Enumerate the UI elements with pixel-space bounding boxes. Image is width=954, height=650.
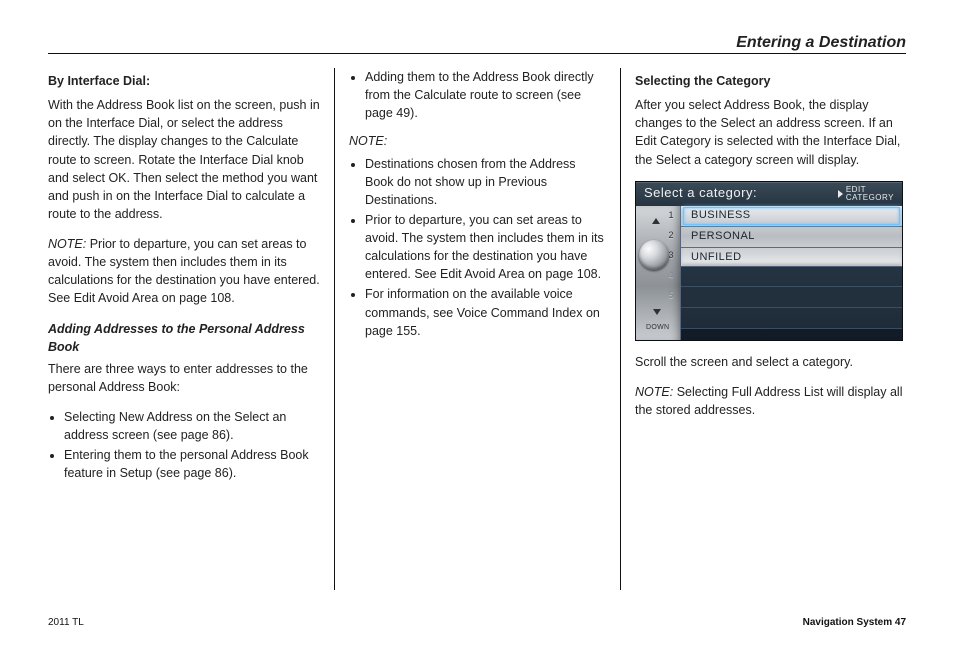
middle-bullets-top: Adding them to the Address Book directly…: [349, 68, 606, 122]
middle-note-bullets: Destinations chosen from the Address Boo…: [349, 155, 606, 340]
left-bullets: Selecting New Address on the Select an a…: [48, 408, 320, 483]
category-row-unfiled[interactable]: UNFILED: [681, 248, 902, 268]
columns: By Interface Dial: With the Address Book…: [48, 68, 906, 590]
column-right: Selecting the Category After you select …: [620, 68, 906, 590]
running-head: Entering a Destination: [736, 34, 906, 52]
table-row: [681, 287, 902, 308]
left-para-1: With the Address Book list on the screen…: [48, 96, 320, 223]
manual-page: Entering a Destination By Interface Dial…: [0, 0, 954, 650]
down-label: DOWN: [646, 324, 669, 331]
note-label: NOTE:: [349, 132, 606, 150]
dial-knob[interactable]: [639, 240, 669, 270]
right-para-after: Scroll the screen and select a category.: [635, 353, 906, 371]
category-row-personal[interactable]: PERSONAL: [681, 227, 902, 248]
chevron-up-icon: [652, 218, 660, 224]
device-title-bar: Select a category: EDIT CATEGORY: [636, 182, 902, 207]
category-row-business[interactable]: BUSINESS: [681, 206, 902, 227]
device-dial-panel: 1 2 3 4 5 DOWN: [636, 206, 681, 340]
column-middle: Adding them to the Address Book directly…: [334, 68, 620, 590]
note-label: NOTE:: [48, 237, 86, 251]
list-item: Entering them to the personal Address Bo…: [64, 446, 320, 482]
down-button[interactable]: DOWN: [646, 309, 668, 334]
header-rule: [48, 53, 906, 54]
list-item: Adding them to the Address Book directly…: [365, 68, 606, 122]
left-subhead: Adding Addresses to the Personal Address…: [48, 320, 320, 356]
device-body: 1 2 3 4 5 DOWN: [636, 206, 902, 340]
left-para-2: There are three ways to enter addresses …: [48, 360, 320, 396]
note-body: Prior to departure, you can set areas to…: [48, 237, 320, 305]
category-label: PERSONAL: [691, 229, 755, 245]
device-title: Select a category:: [644, 184, 757, 203]
device-screenshot: Select a category: EDIT CATEGORY: [635, 181, 903, 341]
footer-right: Navigation System 47: [803, 617, 906, 628]
edit-label-2: CATEGORY: [846, 194, 894, 202]
list-item: Selecting New Address on the Select an a…: [64, 408, 320, 444]
footer: 2011 TL Navigation System 47: [48, 617, 906, 628]
list-item: Destinations chosen from the Address Boo…: [365, 155, 606, 209]
table-row: [681, 308, 902, 329]
left-heading: By Interface Dial:: [48, 72, 320, 90]
footer-left: 2011 TL: [48, 617, 84, 628]
list-item: For information on the available voice c…: [365, 285, 606, 339]
note-body: Selecting Full Address List will display…: [635, 385, 902, 417]
category-label: UNFILED: [691, 250, 742, 266]
edit-category-button[interactable]: EDIT CATEGORY: [838, 186, 894, 202]
empty-rows: [681, 266, 902, 340]
play-icon: [838, 190, 843, 198]
column-left: By Interface Dial: With the Address Book…: [48, 68, 334, 590]
left-note: NOTE: Prior to departure, you can set ar…: [48, 235, 320, 308]
note-label: NOTE:: [635, 385, 673, 399]
category-label: BUSINESS: [691, 208, 751, 224]
right-para-intro: After you select Address Book, the displ…: [635, 96, 906, 169]
chevron-down-icon: [653, 309, 661, 315]
row-number: 5: [664, 286, 678, 306]
table-row: [681, 266, 902, 287]
right-heading: Selecting the Category: [635, 72, 906, 90]
row-number: 1: [664, 206, 678, 226]
device-list: BUSINESS PERSONAL UNFILED: [681, 206, 902, 340]
right-note: NOTE: Selecting Full Address List will d…: [635, 383, 906, 419]
list-item: Prior to departure, you can set areas to…: [365, 211, 606, 284]
